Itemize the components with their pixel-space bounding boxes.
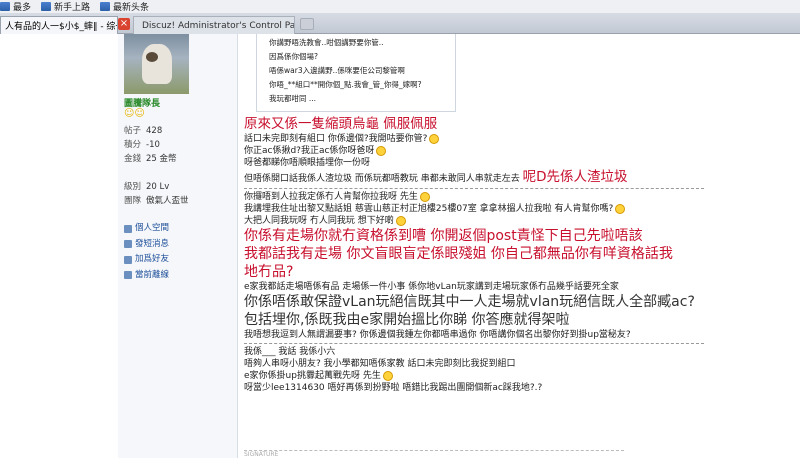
page-icon [100,2,111,11]
post-line: 我唔想我逗到人無謂漏要事? 你係邊個我鍾左你都唔串過你 你唔講你個名出黎你好到掛… [244,330,631,340]
post-text: 但唔係開口話我係人渣垃圾 而係玩都唔教玩 串都未敢同人串就走左去 [244,174,520,184]
post-line: 你攞唔到人拉我定係冇人肯幫你拉我呀 先生 [244,191,714,203]
bookmarks-bar: 最多 新手上路 最新头条 [0,0,800,13]
quote-line: 唔係war3入邊講野..係咪要佢公司黎管啊 [269,66,405,75]
quote-line: 我玩都咁同 ... [269,94,317,103]
post-line: 呀爸都睇你唔順眼插埋你一份呀 [244,158,371,168]
action-label: 加爲好友 [135,254,170,264]
smiley-icon [376,145,387,156]
post-text-emphasis: 呢D先係人渣垃圾 [522,169,628,185]
action-label: 當前離線 [135,269,170,280]
smiley-icon [395,215,406,226]
divider [244,188,704,189]
smiley-icon [615,203,626,214]
stat-row: 團隊 傲氣人盃世 [124,194,189,208]
tab-label: Discuz! Administrator's Control Panel [142,20,295,31]
action-label: 個人空間 [135,223,170,233]
post-text: 你攞唔到人拉我定係冇人肯幫你拉我呀 先生 [244,192,418,202]
send-message-link[interactable]: 發短消息 [124,238,180,251]
page-icon [0,2,10,11]
stat-value: 428 [146,126,163,136]
post-line: 但唔係開口話我係人渣垃圾 而係玩都唔教玩 串都未敢同人串就走左去 呢D先係人渣垃… [244,169,714,186]
post-line: e家我都話走場唔係有品 走場係一件小事 係你地vLan玩家講到走場玩家係冇品幾乎… [244,282,619,292]
stat-row: 級別 20 Lv [124,180,189,194]
quote-line: 你講野唔洗教會..咁個講野要你管.. [269,38,384,47]
new-tab-button[interactable] [300,18,314,30]
user-actions: 個人空間 發短消息 加爲好友 當前離線 [124,222,237,284]
smiley-icon [429,133,440,144]
quote-block: 你講野唔洗教會..咁個講野要你管.. 因爲係你個場? 唔係war3入邊講野..係… [256,34,456,112]
bookmark-item[interactable]: 最新头条 [100,0,149,13]
post-text: e家你係掛up挑釁起萬戰先呀 先生 [244,371,381,381]
avatar[interactable] [124,34,189,94]
avatar-dog-shape [142,44,172,84]
divider [244,343,704,344]
post-line: 我係___ 我話 我係小六 [244,347,336,357]
stat-value: 20 Lv [146,182,170,192]
add-friend-link[interactable]: 加爲好友 [124,253,180,266]
stat-key: 帖子 [124,126,142,136]
post-text: 大把人同我玩呀 冇人同我玩 想下好啲 [244,216,394,226]
status-icon [124,271,132,279]
user-stats: 帖子 428 積分 -10 金錢 25 金幣 級別 20 Lv 團隊 傲氣人盃世 [124,124,189,208]
tab-admin-panel[interactable]: Discuz! Administrator's Control Panel [133,16,295,34]
stat-key: 級別 [124,182,142,192]
bookmark-item[interactable]: 最多 [0,0,31,13]
stat-key: 團隊 [124,196,142,206]
bookmark-label: 新手上路 [54,3,91,13]
tab-bar: 人有品的人一$小$_蟀‖ - 综一... × Discuz! Administr… [0,13,800,34]
stat-key: 積分 [124,140,142,150]
stat-key: 金錢 [124,154,142,164]
post-line: 我講埋我住址出黎又點話姐 慈雲山慈正村正旭樓25樓07室 拿拿林搵人拉我啦 有人… [244,203,714,215]
post-line: 大把人同我玩呀 冇人同我玩 想下好啲 [244,215,714,227]
post-line: 話口未完即刻有組口 你係邊個?我開咕要你管? [244,133,714,145]
action-label: 發短消息 [135,238,170,249]
post-line: 你正ac係揪d?我正ac係你呀爸呀 [244,145,714,157]
stat-value: 25 金幣 [146,154,177,164]
bookmark-label: 最多 [13,3,32,13]
page-icon [41,2,52,11]
envelope-icon [124,240,132,248]
profile-space-link[interactable]: 個人空間 [124,222,180,235]
stat-row: 金錢 25 金幣 [124,152,189,166]
tab-label: 人有品的人一$小$_蟀‖ - 综一... [5,22,117,32]
stat-row [124,166,189,180]
signature-divider: SIGNATURE [244,450,624,458]
post-line: 原來又係一隻縮頭烏龜 佩服佩服 [244,116,438,132]
post-line: 地冇品? [244,264,294,280]
post-content: 你講野唔洗教會..咁個講野要你管.. 因爲係你個場? 唔係war3入邊講野..係… [238,34,800,458]
post-text: 你正ac係揪d?我正ac係你呀爸呀 [244,146,375,156]
quote-line: 你唔_**組口**開你個_點.我會_管_你得_嫁啊? [269,80,422,89]
user-add-icon [124,255,132,264]
quote-line: 因爲係你個場? [269,52,318,61]
post-line: 我都話我有走場 你文盲眼盲定係眼殘姐 你自己都無品你有咩資格話我 [244,246,673,262]
avatar-dog-spot [146,52,158,62]
post-line: 你係唔係敢保證vLan玩絕信既其中一人走場就vlan玩絕信既人全部臧ac? [244,294,695,310]
smiley-icon [419,191,430,202]
stat-row: 積分 -10 [124,138,189,152]
post-line: 包括埋你,係既我由e家開始搵比你睇 你答應就得架啦 [244,312,570,328]
post-text: 我講埋我住址出黎又點話姐 慈雲山慈正村正旭樓25樓07室 拿拿林搵人拉我啦 有人… [244,204,614,214]
user-panel: 圖騰隊長 ☺☺ 帖子 428 積分 -10 金錢 25 金幣 級別 20 Lv 團隊 傲氣… [118,34,238,458]
post-line: 唔夠人串呀小朋友? 我小學都知唔係家教 話口未完即刻比我捉到組口 [244,359,516,369]
smiley-icon [382,370,393,381]
bookmark-label: 最新头条 [113,3,150,13]
post-body: 原來又係一隻縮頭烏龜 佩服佩服 話口未完即刻有組口 你係邊個?我開咕要你管? 你… [244,116,714,394]
stat-value: 傲氣人盃世 [146,196,189,206]
home-icon [124,224,132,233]
tab-forum-thread[interactable]: 人有品的人一$小$_蟀‖ - 综一... [0,16,118,34]
post-line: 你係有走場你就冇資格係到嘈 你開返個post責怪下自己先啦唔該 [244,228,643,244]
online-status: 當前離線 [124,269,180,282]
post-line: 呀當少lee1314630 唔好再係到扮野啦 唔錯比我踢出團開個新ac踩我地?.… [244,383,543,393]
post-text: 話口未完即刻有組口 你係邊個?我開咕要你管? [244,134,428,144]
stat-row: 帖子 428 [124,124,189,138]
rank-stars-icon: ☺☺ [124,108,145,119]
post-line: e家你係掛up挑釁起萬戰先呀 先生 [244,370,714,382]
stat-value: -10 [146,140,160,150]
close-tab-icon[interactable]: × [118,18,130,30]
bookmark-item[interactable]: 新手上路 [41,0,90,13]
